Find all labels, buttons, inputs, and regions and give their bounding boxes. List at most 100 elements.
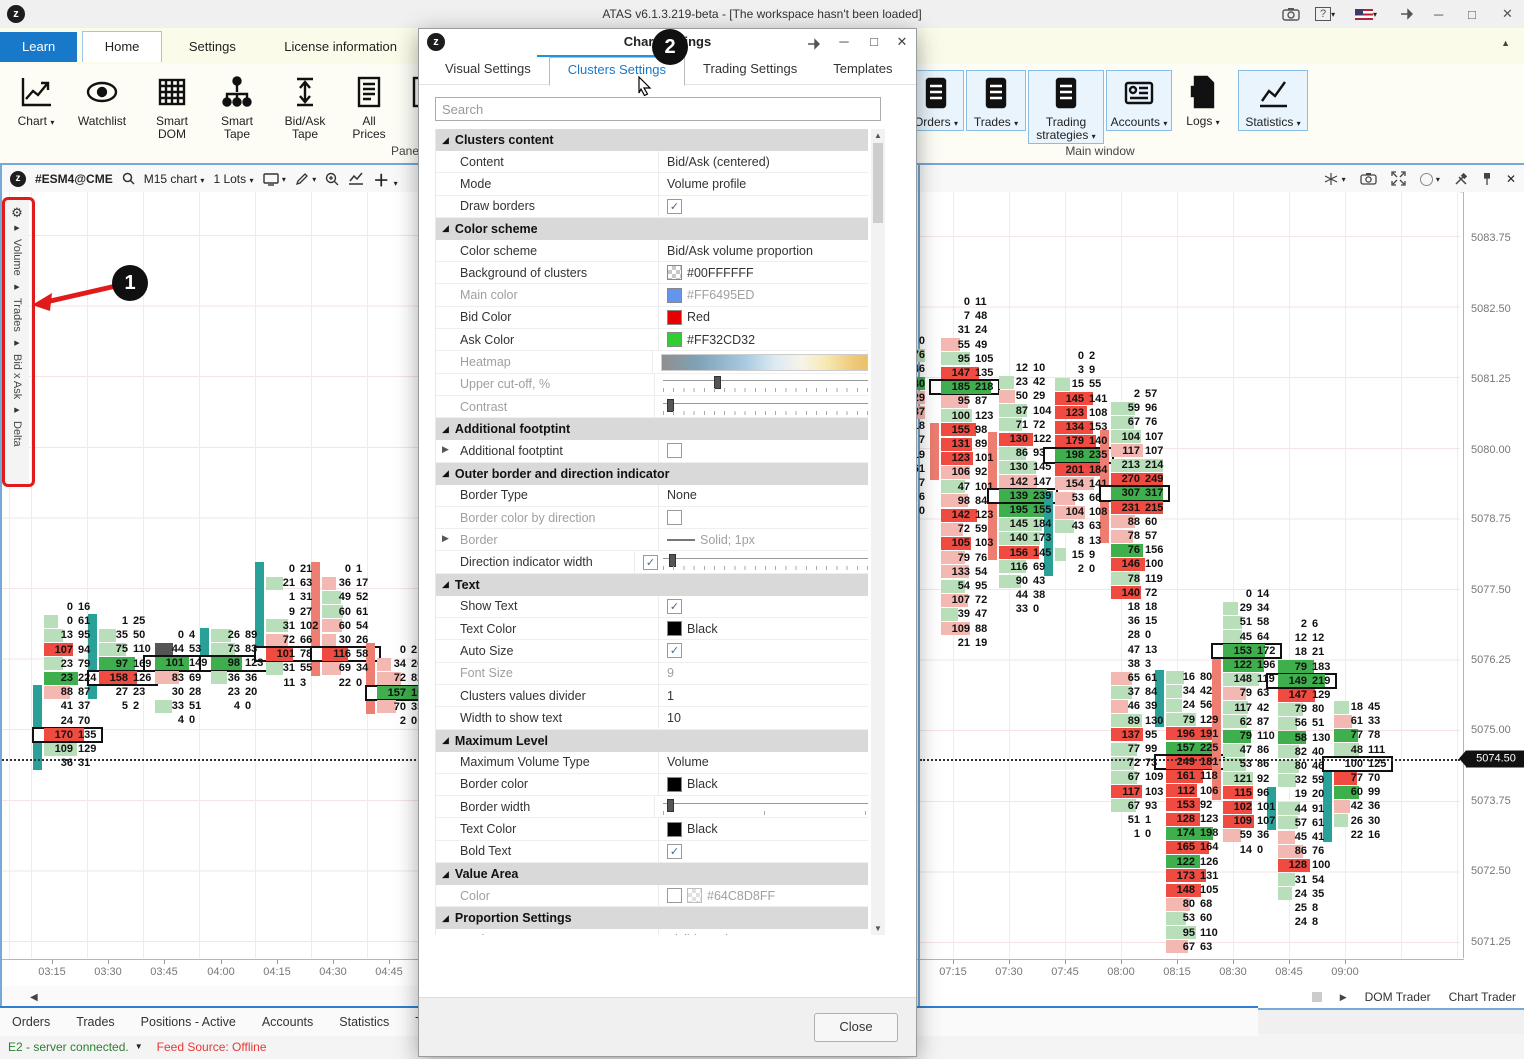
scroll-down-icon[interactable]: ▼ xyxy=(871,924,885,933)
transparent-color-swatch[interactable] xyxy=(687,888,702,903)
monitor-icon[interactable]: ▾ xyxy=(263,171,286,185)
search-icon[interactable] xyxy=(122,172,135,185)
dialog-pin-icon[interactable] xyxy=(804,34,824,50)
value-text[interactable]: Volume xyxy=(667,755,709,769)
heatmap-gradient[interactable] xyxy=(661,354,868,371)
transparent-color-swatch[interactable] xyxy=(667,265,682,280)
ribbon-button-smart-dom[interactable]: Smart DOM xyxy=(142,70,202,141)
value-text[interactable]: Solid; 1px xyxy=(700,533,755,547)
value-text[interactable]: Black xyxy=(687,622,718,636)
settings-section-value-area[interactable]: ◢Value Area xyxy=(436,863,868,885)
checkbox[interactable]: ✓ xyxy=(667,199,682,214)
expand-icon[interactable]: ▶ xyxy=(442,444,449,455)
tab-license[interactable]: License information xyxy=(262,34,419,59)
collapse-ribbon-icon[interactable]: ▲ xyxy=(1501,38,1510,48)
value-text[interactable]: Bid/Ask volume proportion xyxy=(667,244,813,258)
color-swatch[interactable] xyxy=(667,822,682,837)
tab-visual-settings[interactable]: Visual Settings xyxy=(427,57,549,84)
panel-trades[interactable]: Trades xyxy=(11,298,23,332)
search-input[interactable] xyxy=(435,97,881,121)
tab-trading-settings[interactable]: Trading Settings xyxy=(685,57,815,84)
checkbox[interactable]: ✓ xyxy=(643,555,658,570)
tab-settings[interactable]: Settings xyxy=(167,34,258,59)
value-text[interactable]: Black xyxy=(687,777,718,791)
scrollbar-thumb[interactable] xyxy=(873,143,883,223)
ribbon-button-bid-ask-tape[interactable]: Bid/Ask Tape xyxy=(272,70,338,141)
bottom-tab-statistics[interactable]: Statistics xyxy=(339,1015,389,1029)
value-text[interactable]: Black xyxy=(687,822,718,836)
slider[interactable] xyxy=(663,554,868,570)
color-swatch[interactable] xyxy=(667,777,682,792)
gear-icon[interactable]: ⚙ xyxy=(11,205,23,221)
dialog-close-icon[interactable]: ✕ xyxy=(892,34,912,50)
color-swatch[interactable] xyxy=(667,332,682,347)
slider[interactable] xyxy=(663,376,868,392)
scroll-left-icon[interactable]: ◀ xyxy=(30,992,38,1003)
color-swatch[interactable] xyxy=(667,288,682,303)
bottom-tab-trades[interactable]: Trades xyxy=(76,1015,114,1029)
tools-icon[interactable] xyxy=(1454,172,1468,186)
camera-icon[interactable] xyxy=(1360,172,1377,185)
tab-dom-trader[interactable]: DOM Trader xyxy=(1365,990,1431,1004)
settings-section-maximum-level[interactable]: ◢Maximum Level xyxy=(436,730,868,752)
checkbox[interactable] xyxy=(667,443,682,458)
indicator-icon[interactable] xyxy=(348,172,364,185)
pin-window-icon[interactable] xyxy=(1400,4,1414,24)
ribbon-button-watchlist[interactable]: Watchlist xyxy=(66,70,138,128)
settings-section-clusters-content[interactable]: ◢Clusters content xyxy=(436,129,868,151)
bottom-tab-accounts[interactable]: Accounts xyxy=(262,1015,313,1029)
expand-right-icon[interactable]: ▶ xyxy=(1340,992,1347,1003)
ribbon-button-smart-tape[interactable]: Smart Tape xyxy=(206,70,268,141)
symbol-label[interactable]: #ESM4@CME xyxy=(35,172,113,186)
value-text[interactable]: None xyxy=(667,488,697,502)
scroll-up-icon[interactable]: ▲ xyxy=(871,131,885,140)
zoom-icon[interactable] xyxy=(325,172,339,186)
value-text[interactable]: #00FFFFFF xyxy=(687,266,754,280)
ribbon-button-accounts[interactable]: Accounts ▾ xyxy=(1106,70,1172,131)
settings-section-proportion-settings[interactable]: ◢Proportion Settings xyxy=(436,907,868,929)
pin-icon[interactable] xyxy=(1482,172,1492,186)
checkbox[interactable] xyxy=(667,510,682,525)
expand-delta-icon[interactable]: ▶ xyxy=(14,406,19,414)
value-text[interactable]: 10 xyxy=(667,711,681,725)
close-icon[interactable]: ✕ xyxy=(1502,4,1513,24)
settings-section-outer-border-and-direction-indicator[interactable]: ◢Outer border and direction indicator xyxy=(436,463,868,485)
checkbox[interactable]: ✓ xyxy=(667,643,682,658)
add-icon[interactable]: ＋ ▾ xyxy=(373,167,397,191)
close-button[interactable]: Close xyxy=(814,1013,898,1042)
expand-trades-icon[interactable]: ▶ xyxy=(14,283,19,291)
value-text[interactable]: Red xyxy=(687,310,710,324)
settings-scrollbar[interactable]: ▲ ▼ xyxy=(871,129,885,935)
settings-section-additional-footptint[interactable]: ◢Additional footptint xyxy=(436,418,868,440)
value-text[interactable]: #FF32CD32 xyxy=(687,333,755,347)
minimize-icon[interactable]: ─ xyxy=(1434,4,1443,24)
shape-circle-icon[interactable]: ▾ xyxy=(1420,171,1440,185)
tab-learn[interactable]: Learn xyxy=(0,32,77,62)
value-text[interactable]: Bid/Ask (centered) xyxy=(667,155,770,169)
panel-volume[interactable]: Volume xyxy=(11,239,23,276)
value-text[interactable]: 9 xyxy=(667,666,674,680)
bottom-tab-positions-active[interactable]: Positions - Active xyxy=(141,1015,236,1029)
dialog-minimize-icon[interactable]: ─ xyxy=(834,34,854,49)
checkbox[interactable]: ✓ xyxy=(667,599,682,614)
screenshot-icon[interactable] xyxy=(1282,4,1300,24)
bottom-tab-orders[interactable]: Orders xyxy=(12,1015,50,1029)
value-text[interactable]: 1 xyxy=(667,689,674,703)
slider[interactable] xyxy=(663,799,868,815)
panel-bidxask[interactable]: Bid x Ask xyxy=(11,354,23,399)
price-axis[interactable]: 5083.755082.505081.255080.005078.755077.… xyxy=(1463,192,1524,958)
panel-delta[interactable]: Delta xyxy=(11,421,23,447)
expand-volume-icon[interactable]: ▶ xyxy=(14,224,19,232)
expand-bidxask-icon[interactable]: ▶ xyxy=(14,339,19,347)
draw-pencil-icon[interactable]: ▾ xyxy=(295,171,316,186)
help-icon[interactable]: ?▾ xyxy=(1315,4,1335,24)
tab-home[interactable]: Home xyxy=(82,31,163,62)
ribbon-button-trading-strategies[interactable]: Trading strategies ▾ xyxy=(1028,70,1104,144)
right-chart-area[interactable]: 0117483124554995105147135185218958710012… xyxy=(920,192,1460,958)
ribbon-button-chart[interactable]: Chart ▾ xyxy=(10,70,62,129)
value-text[interactable]: #64C8D8FF xyxy=(707,889,775,903)
dialog-maximize-icon[interactable]: □ xyxy=(864,34,884,49)
lots-select[interactable]: 1 Lots ▾ xyxy=(213,172,253,186)
ribbon-button-all-prices[interactable]: All Prices xyxy=(340,70,398,141)
maximize-icon[interactable]: □ xyxy=(1468,4,1476,24)
